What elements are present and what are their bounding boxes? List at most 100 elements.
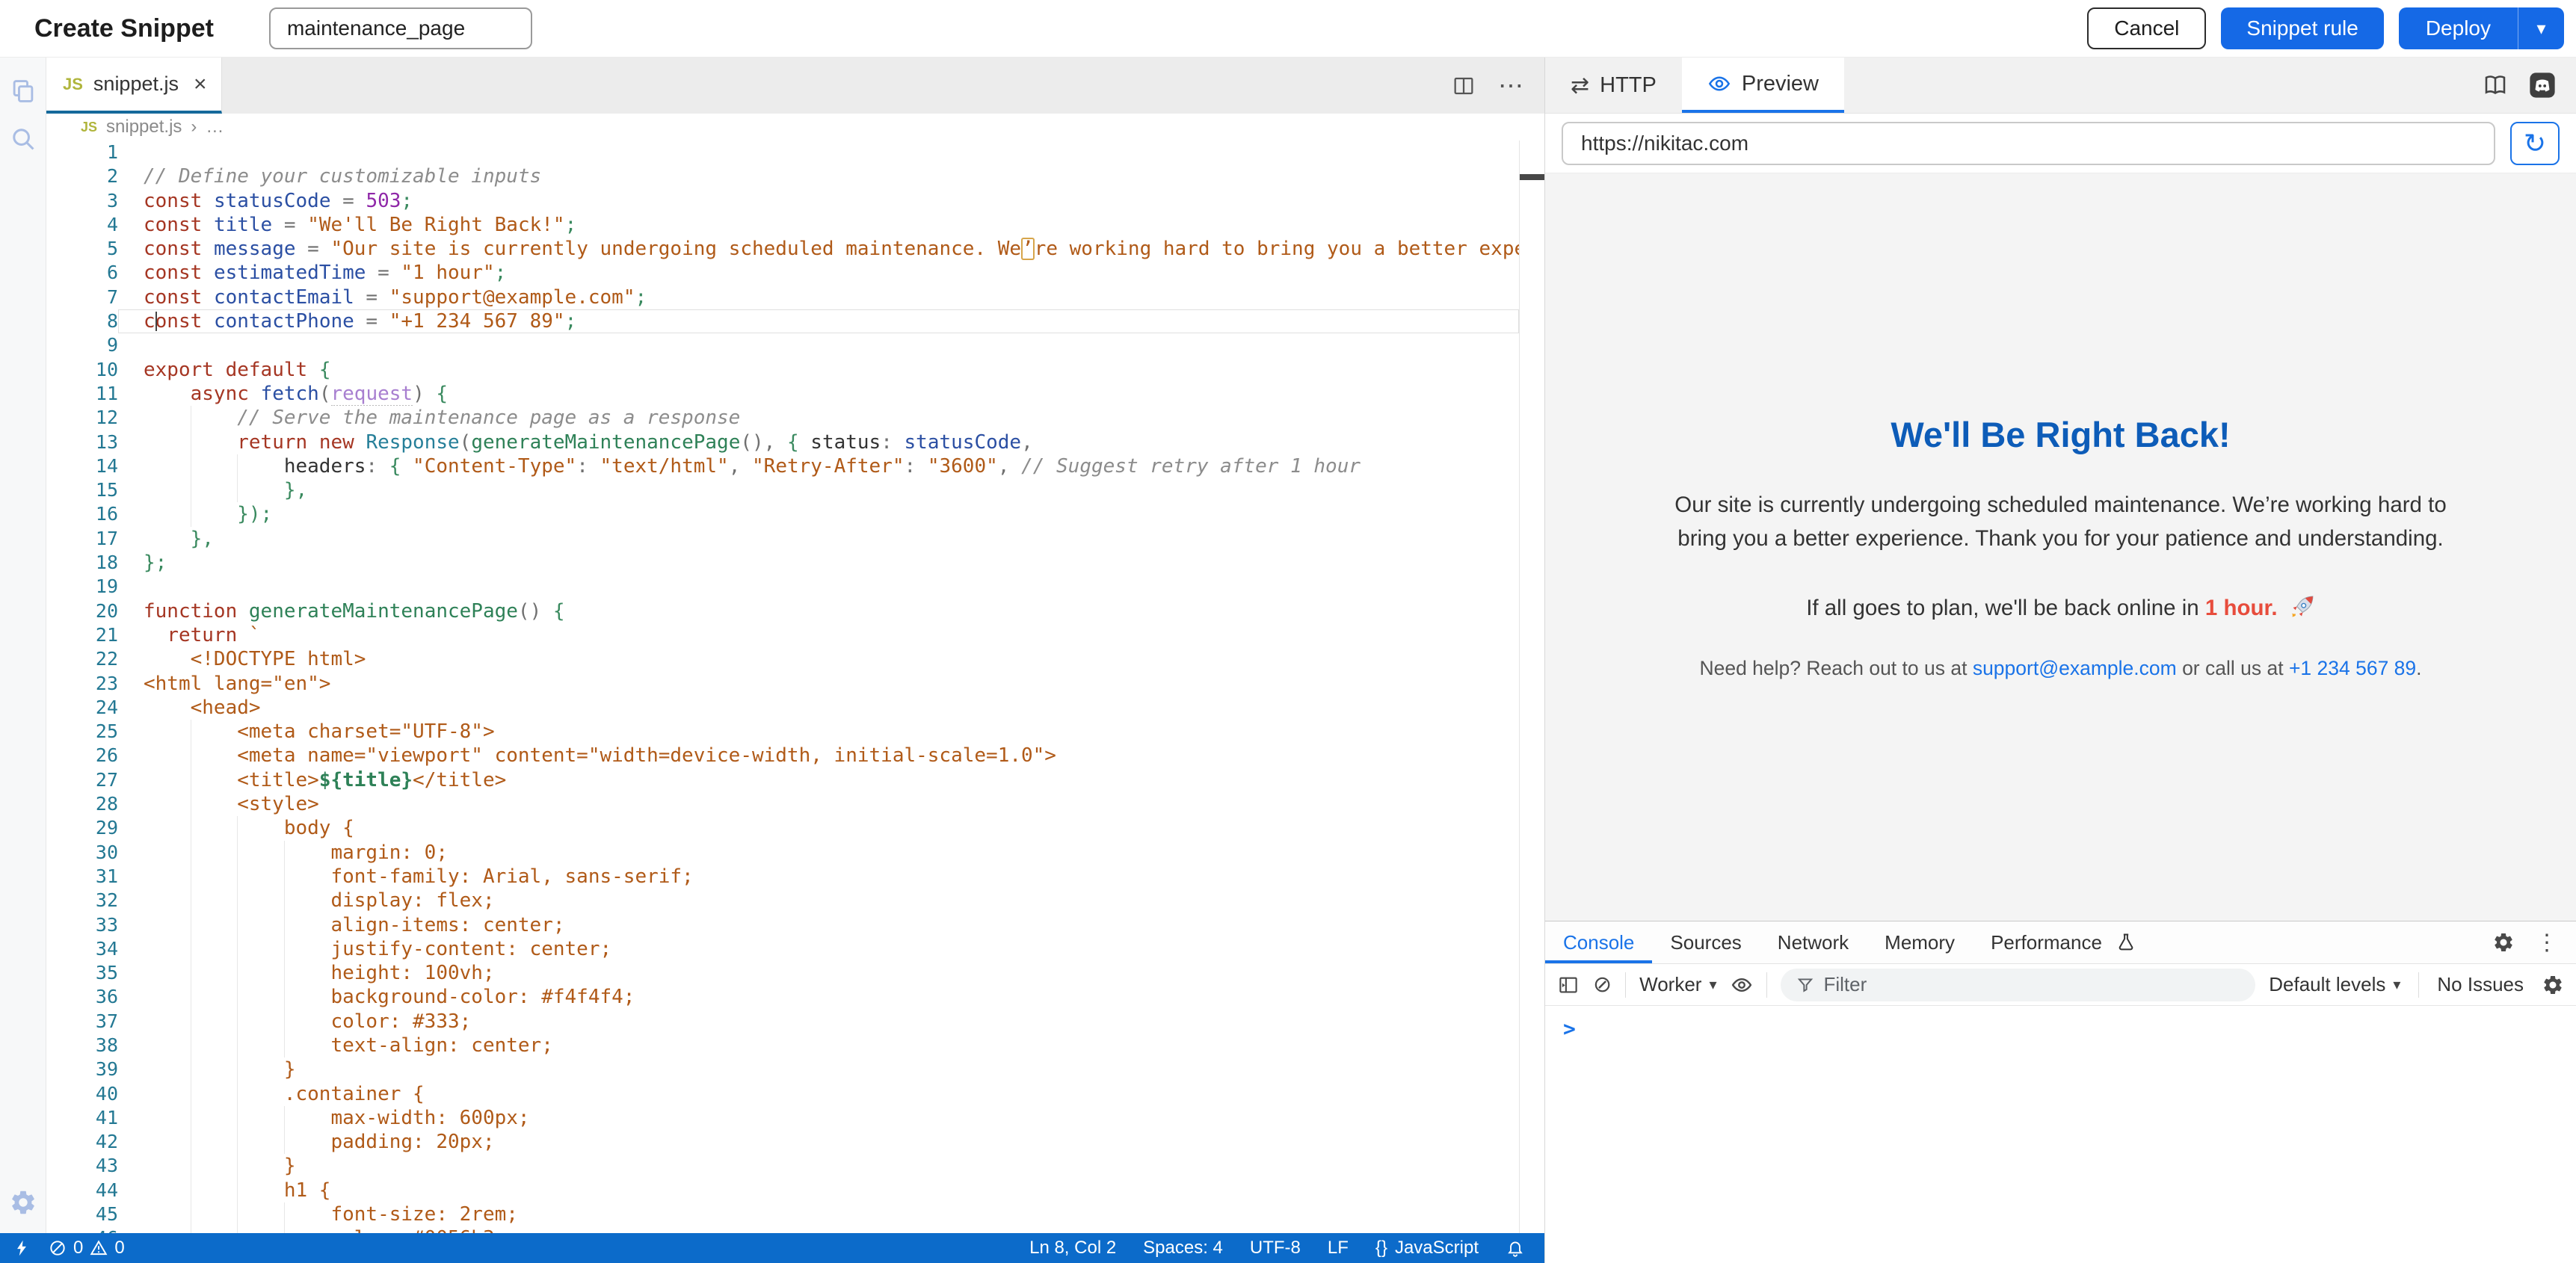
code-line[interactable]: 35 height: 100vh;	[46, 961, 1519, 985]
flask-icon[interactable]	[2116, 932, 2136, 953]
code-line-content[interactable]: };	[118, 551, 1519, 575]
code-line[interactable]: 9	[46, 333, 1519, 357]
code-line-content[interactable]: display: flex;	[118, 889, 1519, 912]
code-line[interactable]: 10export default {	[46, 358, 1519, 382]
code-line[interactable]: 17 },	[46, 527, 1519, 551]
split-editor-icon[interactable]	[1452, 74, 1476, 98]
code-line-content[interactable]: headers: { "Content-Type": "text/html", …	[118, 454, 1519, 478]
snippet-name-input[interactable]	[269, 7, 532, 49]
code-line-content[interactable]: },	[118, 527, 1519, 551]
code-line-content[interactable]: font-size: 2rem;	[118, 1202, 1519, 1226]
code-line-content[interactable]: // Define your customizable inputs	[118, 164, 1519, 188]
console-filter-input[interactable]: Filter	[1781, 969, 2256, 1001]
code-line[interactable]: 43 }	[46, 1154, 1519, 1178]
code-line[interactable]: 32 display: flex;	[46, 889, 1519, 912]
settings-gear-icon[interactable]	[9, 1188, 37, 1217]
code-line-content[interactable]: const statusCode = 503;	[118, 189, 1519, 213]
code-line-content[interactable]: const title = "We'll Be Right Back!";	[118, 213, 1519, 237]
code-line[interactable]: 8const contactPhone = "+1 234 567 89";	[46, 309, 1519, 333]
discord-icon[interactable]	[2528, 71, 2557, 99]
encoding[interactable]: UTF-8	[1250, 1238, 1301, 1259]
code-line-content[interactable]: font-family: Arial, sans-serif;	[118, 865, 1519, 889]
console-sidebar-toggle-icon[interactable]	[1557, 974, 1580, 996]
code-line[interactable]: 4const title = "We'll Be Right Back!";	[46, 213, 1519, 237]
code-line-content[interactable]: async fetch(request) {	[118, 382, 1519, 406]
code-line[interactable]: 46 color: #0056b3	[46, 1226, 1519, 1233]
clear-console-icon[interactable]: ⊘	[1593, 972, 1612, 998]
code-line-content[interactable]: <head>	[118, 696, 1519, 720]
snippet-rule-button[interactable]: Snippet rule	[2221, 7, 2383, 49]
live-expression-eye-icon[interactable]	[1731, 974, 1753, 996]
code-line[interactable]: 38 text-align: center;	[46, 1034, 1519, 1057]
code-line-content[interactable]: height: 100vh;	[118, 961, 1519, 985]
files-icon[interactable]	[9, 77, 37, 105]
code-line-content[interactable]: margin: 0;	[118, 841, 1519, 865]
code-line[interactable]: 40 .container {	[46, 1082, 1519, 1106]
eol-sequence[interactable]: LF	[1328, 1238, 1349, 1259]
devtools-tab-performance[interactable]: Performance	[1973, 921, 2120, 963]
code-line-content[interactable]: <meta name="viewport" content="width=dev…	[118, 744, 1519, 768]
search-icon[interactable]	[9, 125, 37, 153]
code-line[interactable]: 33 align-items: center;	[46, 913, 1519, 937]
code-line[interactable]: 15 },	[46, 478, 1519, 502]
code-line[interactable]: 3const statusCode = 503;	[46, 189, 1519, 213]
code-line[interactable]: 34 justify-content: center;	[46, 937, 1519, 961]
code-line-content[interactable]: <!DOCTYPE html>	[118, 647, 1519, 671]
code-line[interactable]: 26 <meta name="viewport" content="width=…	[46, 744, 1519, 768]
code-line[interactable]: 19	[46, 575, 1519, 599]
code-line-content[interactable]: function generateMaintenancePage() {	[118, 599, 1519, 623]
code-line-content[interactable]: background-color: #f4f4f4;	[118, 985, 1519, 1009]
code-line-content[interactable]: const message = "Our site is currently u…	[118, 237, 1519, 261]
code-line[interactable]: 23<html lang="en">	[46, 672, 1519, 696]
code-line-content[interactable]: body {	[118, 816, 1519, 840]
code-line-content[interactable]: <html lang="en">	[118, 672, 1519, 696]
code-line-content[interactable]	[118, 575, 1519, 599]
code-line[interactable]: 7const contactEmail = "support@example.c…	[46, 285, 1519, 309]
phone-link[interactable]: +1 234 567 89	[2289, 657, 2416, 679]
indentation[interactable]: Spaces: 4	[1143, 1238, 1223, 1259]
more-actions-icon[interactable]: ⋯	[1498, 71, 1525, 101]
code-line-content[interactable]: const contactEmail = "support@example.co…	[118, 285, 1519, 309]
code-line[interactable]: 30 margin: 0;	[46, 841, 1519, 865]
code-line-content[interactable]: }	[118, 1057, 1519, 1081]
code-line-content[interactable]: });	[118, 502, 1519, 526]
code-line[interactable]: 24 <head>	[46, 696, 1519, 720]
language-mode[interactable]: {} JavaScript	[1375, 1238, 1479, 1259]
problems-indicator[interactable]: 0 0	[48, 1238, 125, 1259]
code-line[interactable]: 31 font-family: Arial, sans-serif;	[46, 865, 1519, 889]
no-issues-label[interactable]: No Issues	[2437, 973, 2524, 996]
cursor-position[interactable]: Ln 8, Col 2	[1029, 1238, 1116, 1259]
code-line[interactable]: 28 <style>	[46, 792, 1519, 816]
code-line[interactable]: 22 <!DOCTYPE html>	[46, 647, 1519, 671]
devtools-settings-gear-icon[interactable]	[2492, 931, 2515, 954]
code-line[interactable]: 20function generateMaintenancePage() {	[46, 599, 1519, 623]
notifications-bell-icon[interactable]	[1506, 1238, 1525, 1258]
code-line[interactable]: 37 color: #333;	[46, 1010, 1519, 1034]
code-line-content[interactable]: align-items: center;	[118, 913, 1519, 937]
code-line-content[interactable]: <style>	[118, 792, 1519, 816]
code-line[interactable]: 42 padding: 20px;	[46, 1130, 1519, 1154]
docs-book-icon[interactable]	[2482, 72, 2509, 99]
code-line[interactable]: 25 <meta charset="UTF-8">	[46, 720, 1519, 744]
code-line-content[interactable]: return new Response(generateMaintenanceP…	[118, 430, 1519, 454]
context-selector[interactable]: Worker ▾	[1639, 973, 1716, 996]
code-line[interactable]: 6const estimatedTime = "1 hour";	[46, 261, 1519, 285]
code-line[interactable]: 45 font-size: 2rem;	[46, 1202, 1519, 1226]
breadcrumb-more[interactable]: …	[206, 117, 224, 138]
reload-button[interactable]: ↻	[2510, 122, 2560, 165]
breadcrumb-file[interactable]: snippet.js	[106, 117, 182, 138]
cancel-button[interactable]: Cancel	[2087, 7, 2206, 49]
devtools-tab-network[interactable]: Network	[1760, 921, 1867, 963]
devtools-tab-sources[interactable]: Sources	[1652, 921, 1759, 963]
devtools-kebab-menu-icon[interactable]: ⋮	[2536, 930, 2558, 956]
code-line[interactable]: 27 <title>${title}</title>	[46, 768, 1519, 792]
code-line[interactable]: 12 // Serve the maintenance page as a re…	[46, 406, 1519, 430]
remote-indicator[interactable]	[12, 1238, 31, 1258]
console-settings-gear-icon[interactable]	[2542, 974, 2564, 996]
code-line-content[interactable]: <meta charset="UTF-8">	[118, 720, 1519, 744]
code-line-content[interactable]: padding: 20px;	[118, 1130, 1519, 1154]
code-line-content[interactable]: const estimatedTime = "1 hour";	[118, 261, 1519, 285]
code-line[interactable]: 39 }	[46, 1057, 1519, 1081]
tab-http[interactable]: ⇄ HTTP	[1545, 58, 1682, 113]
code-line[interactable]: 14 headers: { "Content-Type": "text/html…	[46, 454, 1519, 478]
